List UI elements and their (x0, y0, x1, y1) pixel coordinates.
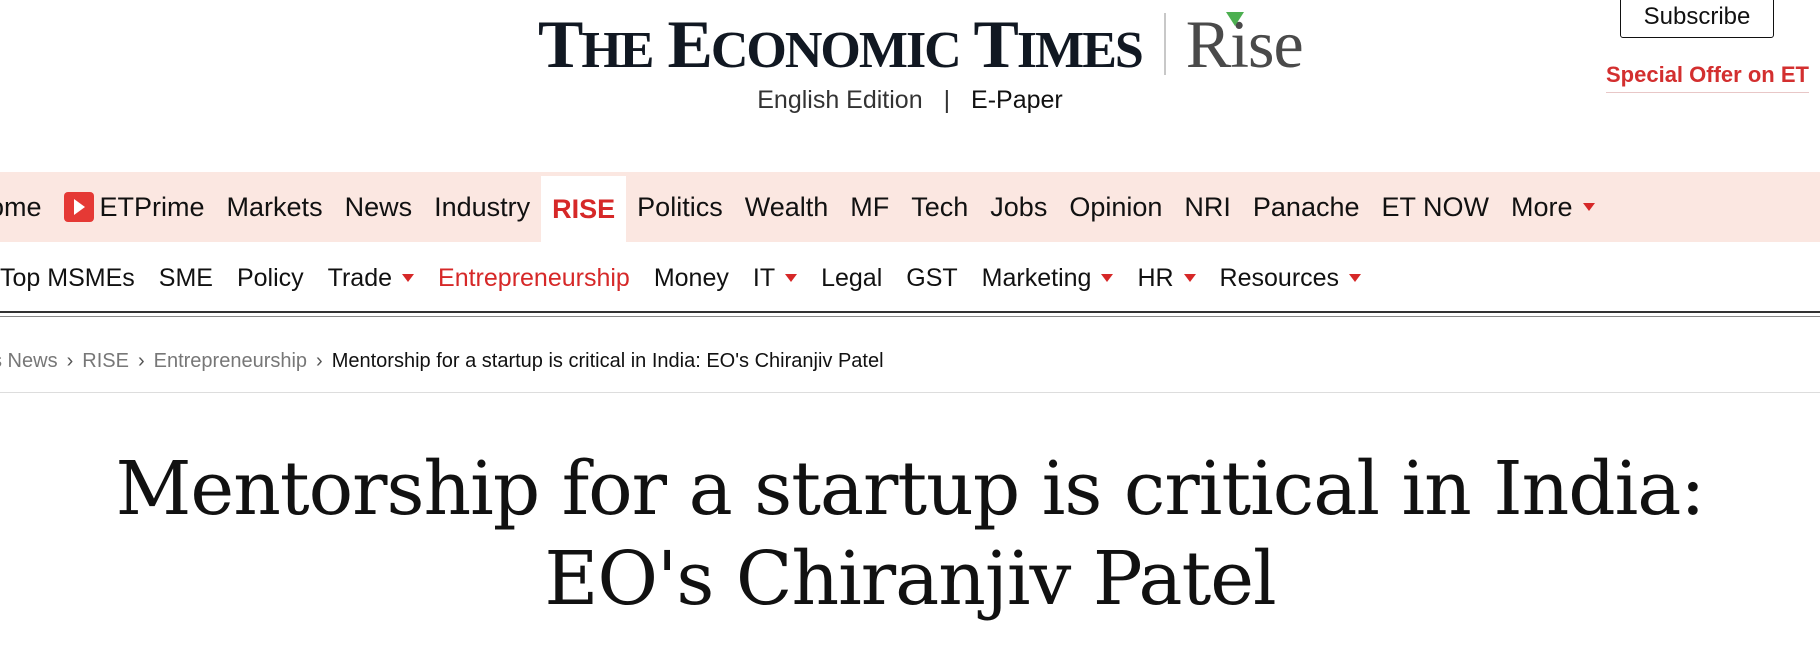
subnav-item-money[interactable]: Money (642, 264, 741, 293)
rise-logo[interactable]: Rise (1186, 10, 1304, 78)
nav-item-et-now[interactable]: ET NOW (1371, 172, 1501, 242)
subnav-item-sme[interactable]: SME (147, 264, 225, 293)
economic-times-logo[interactable]: THE ECONOMIC TIMES (538, 10, 1144, 78)
nav-item-opinion[interactable]: Opinion (1058, 172, 1173, 242)
subnav-item-hr[interactable]: HR (1125, 264, 1207, 293)
subnav-item-policy[interactable]: Policy (225, 264, 316, 293)
subnav-label: Marketing (981, 263, 1092, 292)
breadcrumb-current: Mentorship for a startup is critical in … (331, 350, 884, 372)
breadcrumb-divider (0, 392, 1820, 393)
logo-divider (1163, 13, 1166, 75)
breadcrumb-item-rise[interactable]: RISE (82, 350, 129, 373)
nav-label: News (344, 191, 413, 222)
subscribe-button[interactable]: Subscribe (1620, 0, 1774, 38)
secondary-nav: Top MSMEs SME Policy Trade Entrepreneurs… (0, 252, 1820, 304)
rise-logo-text: Rise (1185, 6, 1304, 82)
subnav-item-it[interactable]: IT (741, 264, 809, 293)
nav-item-industry[interactable]: Industry (423, 172, 541, 242)
nav-label: More (1511, 191, 1573, 222)
caret-down-icon (1349, 274, 1362, 282)
nav-item-markets[interactable]: Markets (216, 172, 334, 242)
subnav-item-marketing[interactable]: Marketing (970, 264, 1126, 293)
edition-selector[interactable]: English Edition (757, 86, 922, 114)
nav-label: Tech (911, 191, 969, 222)
subnav-label: Policy (236, 263, 304, 292)
nav-item-panache[interactable]: Panache (1242, 172, 1371, 242)
subnav-label: IT (752, 263, 776, 292)
nav-item-politics[interactable]: Politics (626, 172, 734, 242)
breadcrumb-item-entrepreneurship[interactable]: Entrepreneurship (154, 350, 307, 373)
subnav-item-entrepreneurship[interactable]: Entrepreneurship (426, 264, 642, 293)
nav-label: Opinion (1069, 191, 1163, 222)
nav-item-more[interactable]: More (1500, 172, 1606, 242)
nav-item-wealth[interactable]: Wealth (734, 172, 840, 242)
site-logo[interactable]: THE ECONOMIC TIMES Rise (538, 6, 1304, 82)
breadcrumb-separator: › (137, 350, 145, 372)
nav-item-nri[interactable]: NRI (1173, 172, 1242, 242)
nav-item-home[interactable]: ome (0, 172, 53, 242)
nav-item-etprime[interactable]: ETPrime (53, 172, 216, 242)
epaper-link[interactable]: E-Paper (971, 86, 1063, 114)
etprime-play-icon (63, 192, 94, 222)
nav-item-news[interactable]: News (334, 172, 424, 242)
subnav-label: Entrepreneurship (438, 263, 630, 292)
breadcrumb-item-news[interactable]: s News (0, 350, 58, 373)
nav-label: MF (850, 191, 890, 222)
rise-leaf-icon (1225, 12, 1244, 26)
subnav-label: Legal (821, 263, 883, 292)
nav-label: RISE (552, 193, 616, 224)
subnav-item-legal[interactable]: Legal (809, 264, 894, 293)
nav-label: Industry (434, 191, 531, 222)
breadcrumb-separator: › (316, 350, 323, 372)
nav-divider (0, 311, 1820, 313)
nav-label: ET NOW (1381, 191, 1490, 222)
subnav-label: SME (158, 263, 213, 292)
primary-nav: ome ETPrime Markets News Industry RISE P… (0, 172, 1820, 242)
nav-label: Politics (637, 191, 723, 222)
nav-label: ome (0, 191, 42, 222)
subnav-label: HR (1137, 263, 1174, 292)
edition-separator: | (943, 86, 951, 114)
article-headline: Mentorship for a startup is critical in … (115, 446, 1706, 622)
edition-row: English Edition | E-Paper (0, 86, 1820, 115)
masthead: THE ECONOMIC TIMES Rise English Edition … (0, 0, 1820, 170)
subnav-label: GST (906, 263, 958, 292)
nav-label: Jobs (990, 191, 1048, 222)
subnav-item-top-msmes[interactable]: Top MSMEs (0, 264, 147, 293)
special-offer-link[interactable]: Special Offer on ET (1606, 62, 1809, 93)
nav-label: Markets (226, 191, 323, 222)
caret-down-icon (402, 274, 415, 282)
caret-down-icon (1101, 274, 1114, 282)
subnav-label: Money (653, 263, 729, 292)
caret-down-icon (785, 274, 798, 282)
nav-label: ETPrime (99, 191, 205, 222)
nav-item-jobs[interactable]: Jobs (979, 172, 1058, 242)
subnav-label: Resources (1219, 263, 1340, 292)
nav-label: NRI (1184, 191, 1231, 222)
nav-divider-thin (0, 316, 1820, 317)
nav-label: Wealth (744, 191, 829, 222)
subnav-label: Trade (327, 263, 393, 292)
nav-item-tech[interactable]: Tech (900, 172, 979, 242)
nav-item-mf[interactable]: MF (839, 172, 900, 242)
subnav-item-gst[interactable]: GST (894, 264, 969, 293)
subnav-label: Top MSMEs (0, 263, 135, 292)
nav-label: Panache (1252, 191, 1360, 222)
caret-down-icon (1582, 203, 1595, 211)
breadcrumb: s News › RISE › Entrepreneurship › Mento… (0, 350, 884, 373)
subnav-item-resources[interactable]: Resources (1208, 264, 1374, 293)
breadcrumb-separator: › (66, 350, 74, 372)
caret-down-icon (1183, 274, 1196, 282)
subnav-item-trade[interactable]: Trade (316, 264, 426, 293)
nav-item-rise[interactable]: RISE (541, 176, 627, 242)
